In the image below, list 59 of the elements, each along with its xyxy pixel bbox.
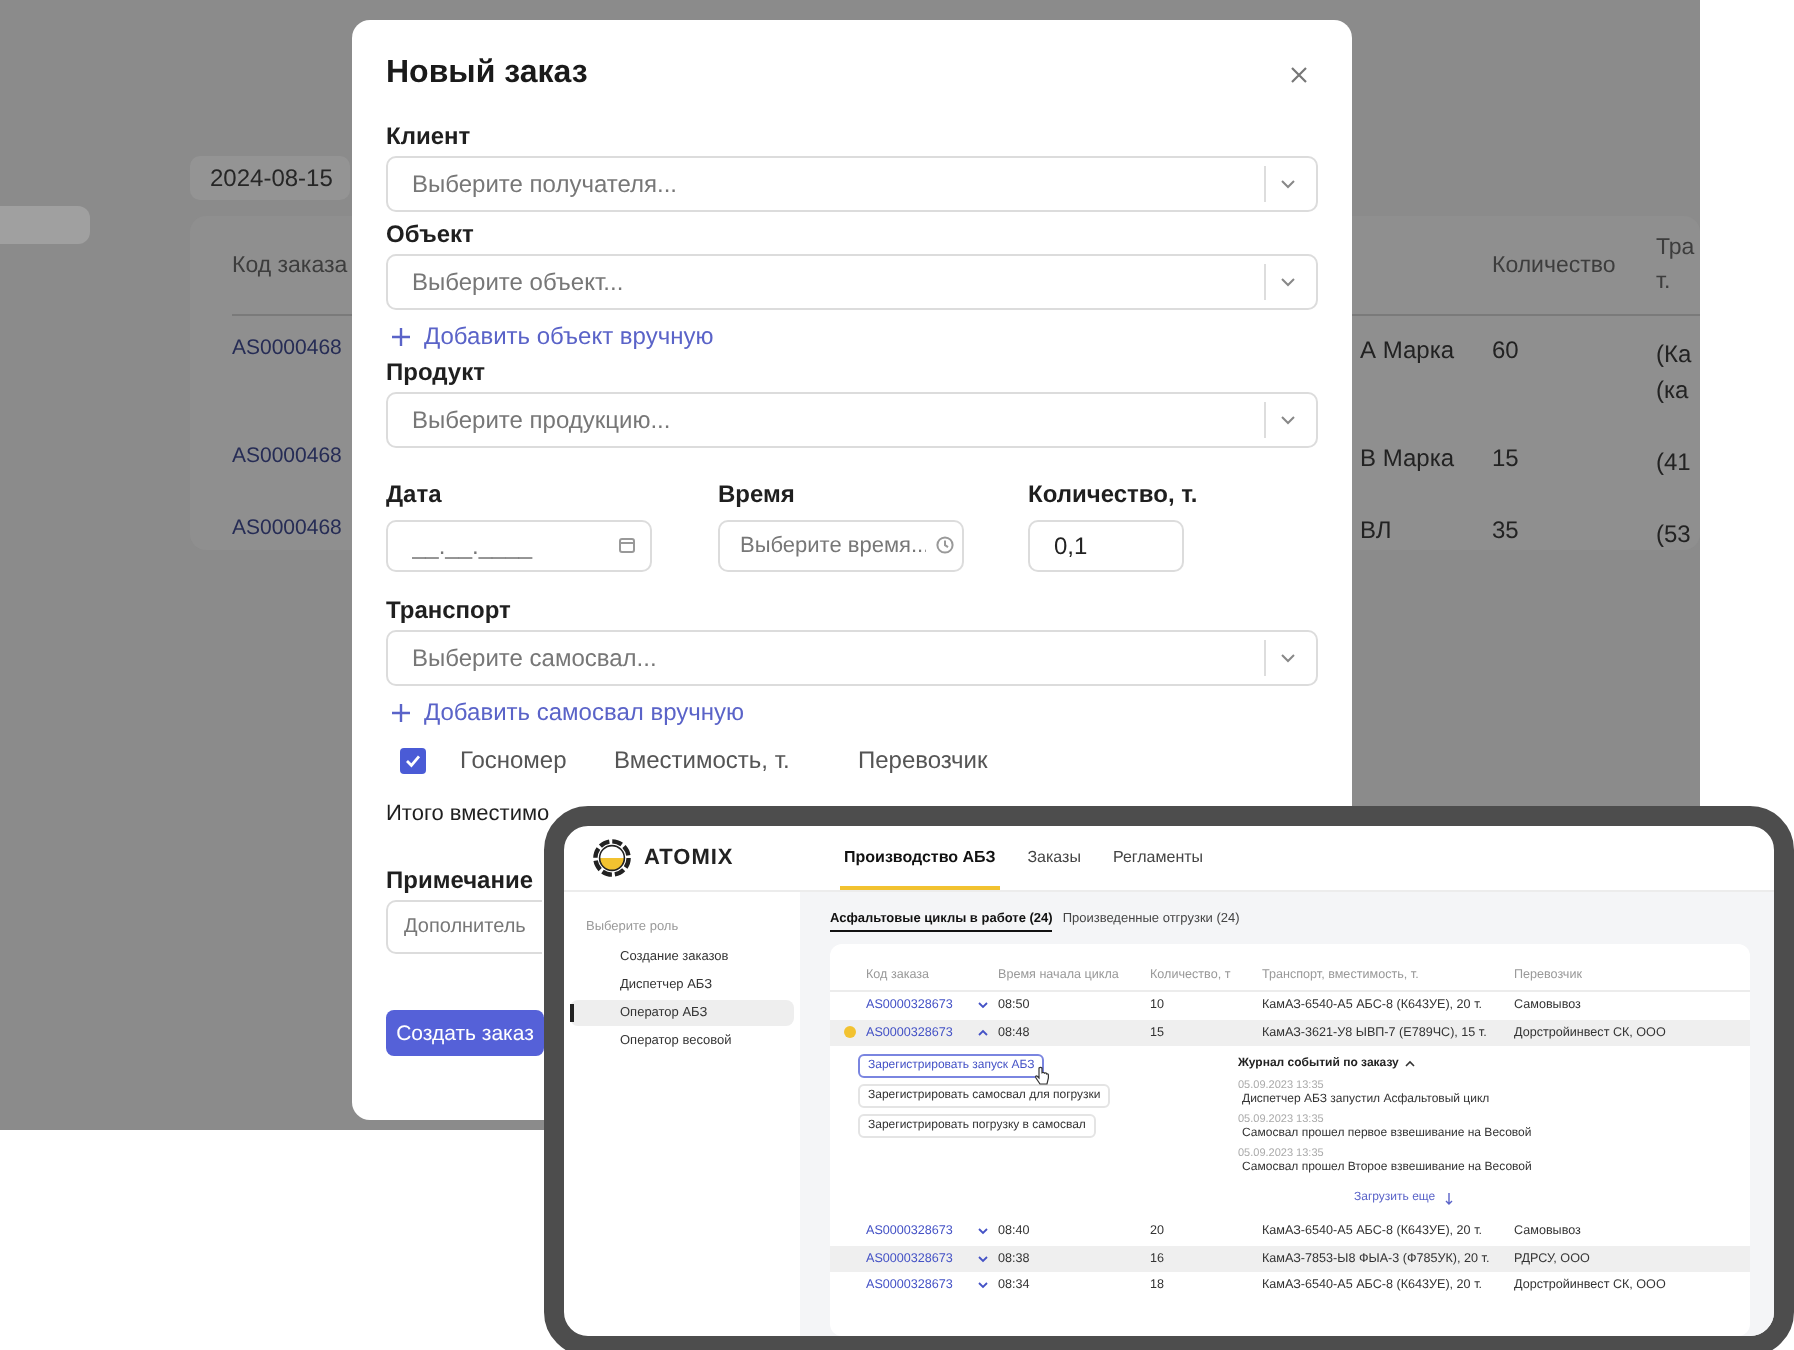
add-object-link[interactable]: Добавить объект вручную: [386, 322, 714, 350]
chevron-down-icon[interactable]: [1278, 648, 1298, 668]
add-truck-link[interactable]: Добавить самосвал вручную: [386, 698, 745, 726]
nav-tab[interactable]: Регламенты: [1108, 826, 1208, 890]
nav-tab[interactable]: Заказы: [1023, 826, 1085, 890]
table-cell-text: 35: [1492, 515, 1521, 543]
column-header: Вместимость, т.: [614, 746, 792, 774]
table-cell-text: (Ка (ка: [1656, 337, 1694, 407]
note-field[interactable]: Дополнитель: [386, 900, 542, 954]
create-order-button[interactable]: Создать заказ: [386, 1010, 544, 1056]
column-header: Перевозчик: [858, 746, 990, 774]
chevron-down-icon[interactable]: [1278, 410, 1298, 430]
calendar-icon: [618, 536, 636, 554]
field-label: Продукт: [386, 358, 485, 386]
close-icon: [1289, 65, 1307, 83]
date-field[interactable]: 2024-08-15: [190, 156, 350, 200]
field-label: Время: [718, 480, 795, 508]
chevron-down-icon[interactable]: [976, 1224, 990, 1239]
clock-icon: [936, 536, 954, 554]
field-label: Объект: [386, 220, 474, 248]
quantity-field[interactable]: 0,1: [1028, 520, 1184, 572]
column-header: Госномер: [460, 746, 569, 774]
column-header: Код заказа: [232, 254, 350, 279]
field-label: Дата: [386, 480, 442, 508]
chevron-down-icon[interactable]: [976, 998, 990, 1013]
object-select[interactable]: Выберите объект...: [386, 254, 1318, 310]
table-cell-text: (41: [1656, 445, 1693, 479]
client-select[interactable]: Выберите получателя...: [386, 156, 1318, 212]
chevron-down-icon[interactable]: [976, 1251, 990, 1266]
field-label: Количество, т.: [1028, 480, 1198, 508]
total-capacity-label: Итого вместимо: [386, 802, 550, 826]
dialog-title: Новый заказ: [386, 56, 588, 92]
table-cell-text: ВЛ: [1360, 515, 1394, 543]
field-label: Клиент: [386, 122, 471, 150]
logo-text: ATOMIX: [644, 846, 734, 870]
arrow-down-icon: [1443, 1191, 1454, 1205]
chevron-up-icon[interactable]: [1404, 1058, 1417, 1070]
date-field[interactable]: __.__.____: [386, 520, 652, 572]
truck-select[interactable]: Выберите самосвал...: [386, 630, 1318, 686]
checkmark-icon: [404, 751, 422, 769]
hand-cursor-icon: [1034, 1066, 1050, 1086]
plus-icon: [390, 701, 412, 723]
select-all-checkbox[interactable]: [400, 747, 426, 773]
column-header: Количество: [1492, 254, 1618, 279]
logo-icon: [592, 838, 632, 878]
table-cell-text: (53: [1656, 517, 1693, 551]
field-label: Примечание: [386, 866, 534, 894]
table-cell-text: В Марка: [1360, 443, 1457, 471]
chevron-down-icon[interactable]: [1278, 174, 1298, 194]
field-label: Транспорт: [386, 596, 511, 624]
chevron-up-icon[interactable]: [976, 1025, 990, 1040]
chevron-down-icon[interactable]: [976, 1278, 990, 1293]
table-cell-text: А Марка: [1360, 335, 1457, 363]
chevron-down-icon[interactable]: [1278, 272, 1298, 292]
plus-icon: [390, 325, 412, 347]
product-select[interactable]: Выберите продукцию...: [386, 392, 1318, 448]
column-header: Тра т.: [1656, 234, 1697, 299]
table-cell-text: 15: [1492, 443, 1521, 471]
table-cell-text: 60: [1492, 335, 1521, 363]
